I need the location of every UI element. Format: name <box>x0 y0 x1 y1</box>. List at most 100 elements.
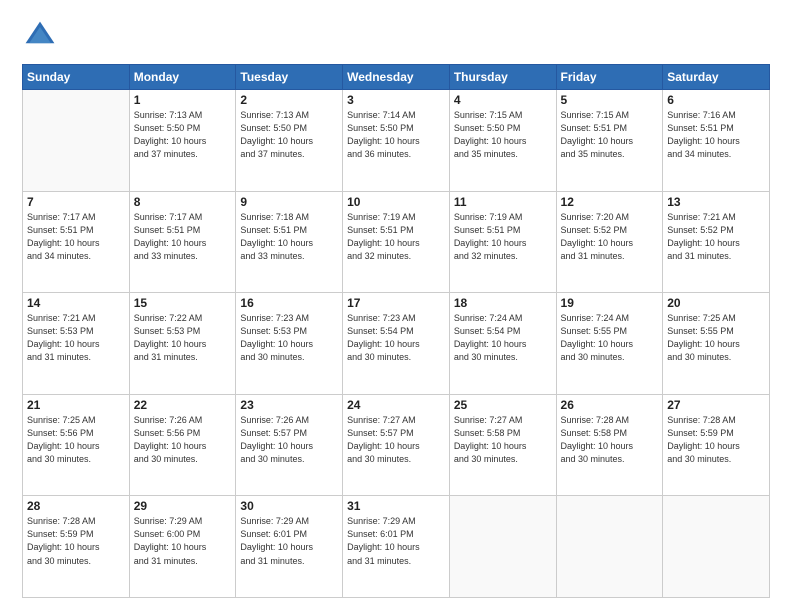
calendar-week-row: 7 Sunrise: 7:17 AM Sunset: 5:51 PM Daylig… <box>23 191 770 293</box>
calendar-cell: 12 Sunrise: 7:20 AM Sunset: 5:52 PM Dayli… <box>556 191 663 293</box>
day-number: 15 <box>134 296 232 310</box>
day-info: Sunrise: 7:15 AM Sunset: 5:50 PM Dayligh… <box>454 109 552 161</box>
header <box>22 18 770 54</box>
calendar-cell: 15 Sunrise: 7:22 AM Sunset: 5:53 PM Dayli… <box>129 293 236 395</box>
logo-icon <box>22 18 58 54</box>
day-number: 10 <box>347 195 445 209</box>
day-number: 13 <box>667 195 765 209</box>
day-info: Sunrise: 7:20 AM Sunset: 5:52 PM Dayligh… <box>561 211 659 263</box>
calendar-day-header: Sunday <box>23 65 130 90</box>
day-info: Sunrise: 7:27 AM Sunset: 5:58 PM Dayligh… <box>454 414 552 466</box>
day-info: Sunrise: 7:25 AM Sunset: 5:55 PM Dayligh… <box>667 312 765 364</box>
calendar-cell: 20 Sunrise: 7:25 AM Sunset: 5:55 PM Dayli… <box>663 293 770 395</box>
page: SundayMondayTuesdayWednesdayThursdayFrid… <box>0 0 792 612</box>
calendar-cell: 8 Sunrise: 7:17 AM Sunset: 5:51 PM Daylig… <box>129 191 236 293</box>
day-number: 12 <box>561 195 659 209</box>
calendar-table: SundayMondayTuesdayWednesdayThursdayFrid… <box>22 64 770 598</box>
day-number: 30 <box>240 499 338 513</box>
day-info: Sunrise: 7:29 AM Sunset: 6:01 PM Dayligh… <box>240 515 338 567</box>
calendar-cell: 1 Sunrise: 7:13 AM Sunset: 5:50 PM Daylig… <box>129 90 236 192</box>
day-info: Sunrise: 7:29 AM Sunset: 6:01 PM Dayligh… <box>347 515 445 567</box>
calendar-day-header: Tuesday <box>236 65 343 90</box>
calendar-cell: 4 Sunrise: 7:15 AM Sunset: 5:50 PM Daylig… <box>449 90 556 192</box>
day-number: 14 <box>27 296 125 310</box>
day-number: 9 <box>240 195 338 209</box>
day-number: 21 <box>27 398 125 412</box>
calendar-cell: 14 Sunrise: 7:21 AM Sunset: 5:53 PM Dayli… <box>23 293 130 395</box>
day-info: Sunrise: 7:13 AM Sunset: 5:50 PM Dayligh… <box>240 109 338 161</box>
calendar-day-header: Wednesday <box>343 65 450 90</box>
calendar-week-row: 28 Sunrise: 7:28 AM Sunset: 5:59 PM Dayli… <box>23 496 770 598</box>
calendar-cell: 30 Sunrise: 7:29 AM Sunset: 6:01 PM Dayli… <box>236 496 343 598</box>
calendar-cell: 3 Sunrise: 7:14 AM Sunset: 5:50 PM Daylig… <box>343 90 450 192</box>
calendar-cell: 6 Sunrise: 7:16 AM Sunset: 5:51 PM Daylig… <box>663 90 770 192</box>
day-number: 28 <box>27 499 125 513</box>
calendar-cell: 18Sunrise: 7:24 AM Sunset: 5:54 PM Dayli… <box>449 293 556 395</box>
day-info: Sunrise: 7:19 AM Sunset: 5:51 PM Dayligh… <box>454 211 552 263</box>
day-info: Sunrise: 7:23 AM Sunset: 5:54 PM Dayligh… <box>347 312 445 364</box>
calendar-cell: 16 Sunrise: 7:23 AM Sunset: 5:53 PM Dayli… <box>236 293 343 395</box>
calendar-day-header: Monday <box>129 65 236 90</box>
day-info: Sunrise: 7:28 AM Sunset: 5:59 PM Dayligh… <box>27 515 125 567</box>
calendar-cell: 21Sunrise: 7:25 AM Sunset: 5:56 PM Dayli… <box>23 394 130 496</box>
day-info: Sunrise: 7:13 AM Sunset: 5:50 PM Dayligh… <box>134 109 232 161</box>
day-number: 24 <box>347 398 445 412</box>
day-number: 31 <box>347 499 445 513</box>
calendar-cell: 19 Sunrise: 7:24 AM Sunset: 5:55 PM Dayli… <box>556 293 663 395</box>
day-info: Sunrise: 7:21 AM Sunset: 5:52 PM Dayligh… <box>667 211 765 263</box>
day-number: 17 <box>347 296 445 310</box>
calendar-cell: 29 Sunrise: 7:29 AM Sunset: 6:00 PM Dayli… <box>129 496 236 598</box>
day-info: Sunrise: 7:16 AM Sunset: 5:51 PM Dayligh… <box>667 109 765 161</box>
calendar-cell: 31 Sunrise: 7:29 AM Sunset: 6:01 PM Dayli… <box>343 496 450 598</box>
calendar-cell: 24Sunrise: 7:27 AM Sunset: 5:57 PM Dayli… <box>343 394 450 496</box>
day-number: 2 <box>240 93 338 107</box>
day-number: 22 <box>134 398 232 412</box>
calendar-cell <box>556 496 663 598</box>
day-number: 16 <box>240 296 338 310</box>
day-info: Sunrise: 7:21 AM Sunset: 5:53 PM Dayligh… <box>27 312 125 364</box>
day-number: 25 <box>454 398 552 412</box>
day-info: Sunrise: 7:26 AM Sunset: 5:57 PM Dayligh… <box>240 414 338 466</box>
day-info: Sunrise: 7:17 AM Sunset: 5:51 PM Dayligh… <box>134 211 232 263</box>
day-number: 3 <box>347 93 445 107</box>
calendar-cell: 5 Sunrise: 7:15 AM Sunset: 5:51 PM Daylig… <box>556 90 663 192</box>
calendar-cell: 23Sunrise: 7:26 AM Sunset: 5:57 PM Dayli… <box>236 394 343 496</box>
calendar-cell: 13 Sunrise: 7:21 AM Sunset: 5:52 PM Dayli… <box>663 191 770 293</box>
day-number: 7 <box>27 195 125 209</box>
day-number: 20 <box>667 296 765 310</box>
day-info: Sunrise: 7:23 AM Sunset: 5:53 PM Dayligh… <box>240 312 338 364</box>
day-number: 29 <box>134 499 232 513</box>
day-number: 8 <box>134 195 232 209</box>
day-info: Sunrise: 7:29 AM Sunset: 6:00 PM Dayligh… <box>134 515 232 567</box>
calendar-week-row: 14 Sunrise: 7:21 AM Sunset: 5:53 PM Dayli… <box>23 293 770 395</box>
day-info: Sunrise: 7:17 AM Sunset: 5:51 PM Dayligh… <box>27 211 125 263</box>
day-info: Sunrise: 7:22 AM Sunset: 5:53 PM Dayligh… <box>134 312 232 364</box>
day-info: Sunrise: 7:28 AM Sunset: 5:59 PM Dayligh… <box>667 414 765 466</box>
calendar-day-header: Thursday <box>449 65 556 90</box>
calendar-cell <box>449 496 556 598</box>
day-number: 27 <box>667 398 765 412</box>
calendar-cell: 10Sunrise: 7:19 AM Sunset: 5:51 PM Dayli… <box>343 191 450 293</box>
day-info: Sunrise: 7:18 AM Sunset: 5:51 PM Dayligh… <box>240 211 338 263</box>
calendar-cell: 11 Sunrise: 7:19 AM Sunset: 5:51 PM Dayli… <box>449 191 556 293</box>
day-number: 6 <box>667 93 765 107</box>
day-number: 11 <box>454 195 552 209</box>
calendar-cell: 9 Sunrise: 7:18 AM Sunset: 5:51 PM Daylig… <box>236 191 343 293</box>
day-info: Sunrise: 7:28 AM Sunset: 5:58 PM Dayligh… <box>561 414 659 466</box>
day-number: 4 <box>454 93 552 107</box>
calendar-week-row: 21Sunrise: 7:25 AM Sunset: 5:56 PM Dayli… <box>23 394 770 496</box>
day-info: Sunrise: 7:24 AM Sunset: 5:55 PM Dayligh… <box>561 312 659 364</box>
day-number: 5 <box>561 93 659 107</box>
day-number: 26 <box>561 398 659 412</box>
calendar-cell: 27 Sunrise: 7:28 AM Sunset: 5:59 PM Dayli… <box>663 394 770 496</box>
calendar-day-header: Saturday <box>663 65 770 90</box>
calendar-cell: 7 Sunrise: 7:17 AM Sunset: 5:51 PM Daylig… <box>23 191 130 293</box>
day-info: Sunrise: 7:24 AM Sunset: 5:54 PM Dayligh… <box>454 312 552 364</box>
calendar-cell: 17 Sunrise: 7:23 AM Sunset: 5:54 PM Dayli… <box>343 293 450 395</box>
day-info: Sunrise: 7:26 AM Sunset: 5:56 PM Dayligh… <box>134 414 232 466</box>
day-number: 1 <box>134 93 232 107</box>
calendar-cell: 2 Sunrise: 7:13 AM Sunset: 5:50 PM Daylig… <box>236 90 343 192</box>
day-info: Sunrise: 7:15 AM Sunset: 5:51 PM Dayligh… <box>561 109 659 161</box>
day-info: Sunrise: 7:14 AM Sunset: 5:50 PM Dayligh… <box>347 109 445 161</box>
day-number: 19 <box>561 296 659 310</box>
